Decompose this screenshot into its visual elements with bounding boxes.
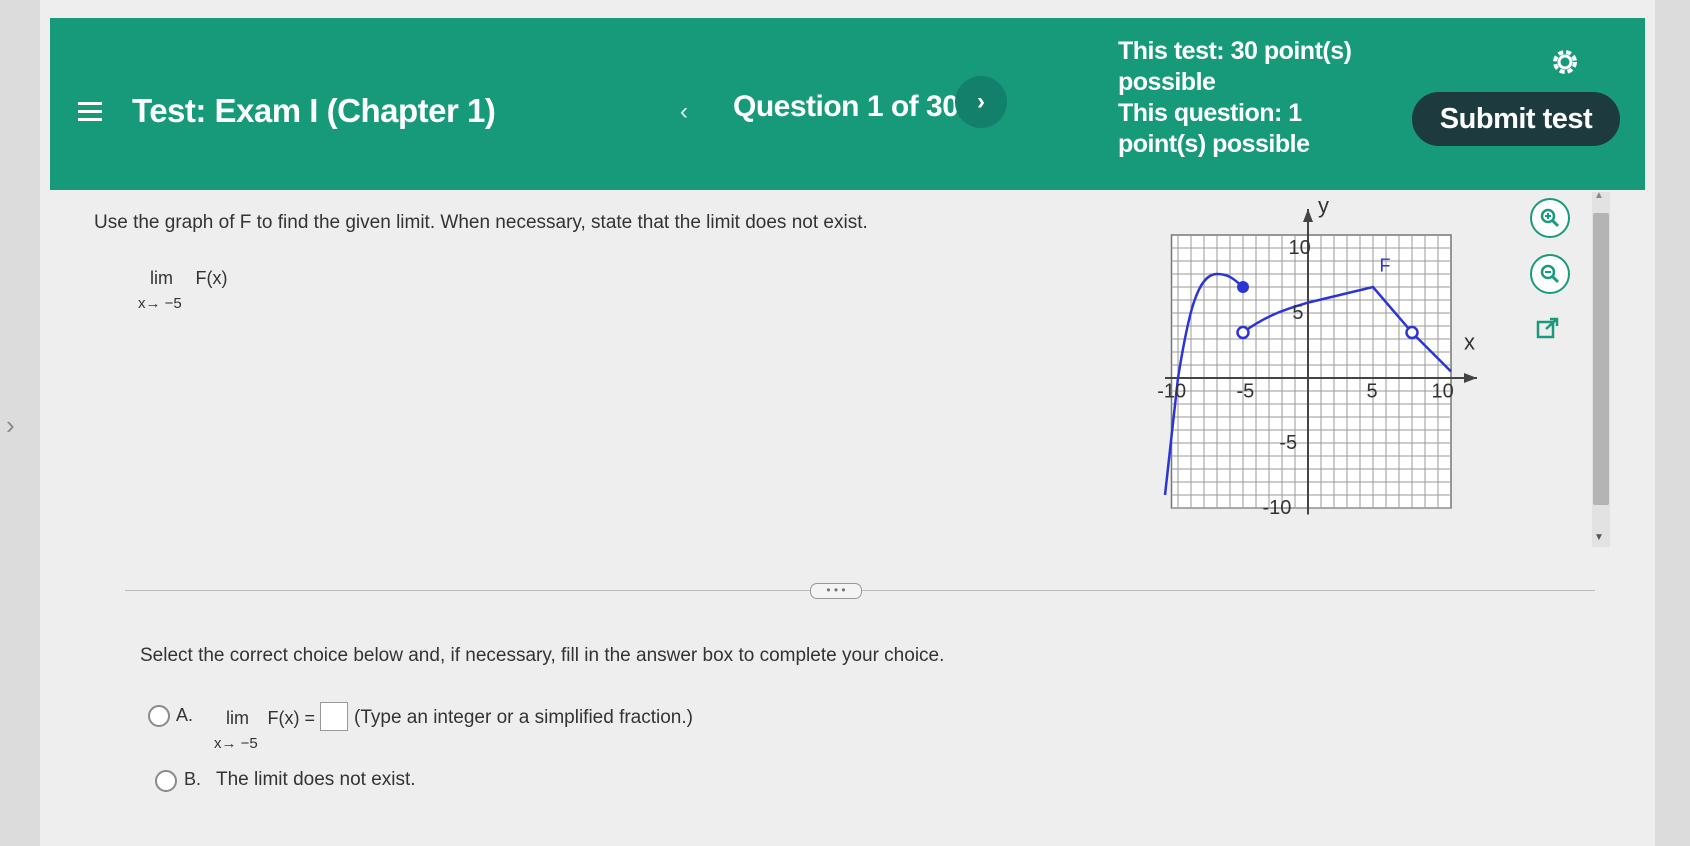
question-points-line: This question: 1: [1118, 99, 1302, 127]
pane-resize-handle[interactable]: • • •: [810, 583, 862, 599]
y-tick-label-neg5: -5: [1279, 432, 1297, 454]
submit-test-button[interactable]: Submit test: [1412, 92, 1620, 146]
menu-icon[interactable]: [78, 102, 102, 122]
answer-instruction: Select the correct choice below and, if …: [140, 645, 945, 666]
open-point-left: [1236, 325, 1250, 340]
scroll-down-icon[interactable]: ▼: [1594, 532, 1604, 543]
x-axis-label: x: [1464, 329, 1475, 354]
choice-a-letter: A.: [176, 705, 194, 725]
next-question-button[interactable]: ›: [955, 76, 1007, 128]
previous-question-button[interactable]: ‹: [680, 98, 688, 126]
side-expand-chevron-icon[interactable]: ›: [6, 410, 15, 441]
function-label: F: [1380, 255, 1391, 275]
choice-b-text: The limit does not exist.: [216, 769, 416, 790]
y-tick-label-10: 10: [1289, 237, 1311, 259]
question-points-line: point(s) possible: [1118, 130, 1310, 158]
x-tick-label-5: 5: [1367, 381, 1378, 403]
x-tick-label-neg10: -10: [1157, 381, 1186, 403]
y-tick-label-neg10: -10: [1263, 497, 1292, 519]
answer-input-box[interactable]: [320, 702, 348, 731]
open-point-right: [1405, 325, 1419, 340]
test-title: Test: Exam I (Chapter 1): [132, 92, 496, 129]
scroll-up-icon[interactable]: ▲: [1594, 190, 1604, 201]
zoom-out-icon[interactable]: [1530, 254, 1570, 294]
choice-a-hint: (Type an integer or a simplified fractio…: [354, 707, 693, 728]
x-tick-label-10: 10: [1432, 381, 1454, 403]
y-tick-label-5: 5: [1292, 302, 1303, 324]
limit-expression: lim F(x) x→ −5: [138, 268, 228, 312]
question-prompt: Use the graph of F to find the given lim…: [94, 212, 868, 233]
x-tick-label-neg5: -5: [1237, 381, 1255, 403]
scrollbar-thumb[interactable]: [1593, 213, 1609, 505]
limit-word: lim: [150, 268, 173, 288]
test-points-line: possible: [1118, 68, 1216, 96]
popout-icon[interactable]: [1530, 310, 1566, 346]
x-axis-arrow: [1464, 373, 1477, 383]
choice-b-radio[interactable]: [155, 770, 177, 792]
choice-a-limit: lim F(x) = x→ −5: [214, 708, 315, 752]
graph-grid: [1170, 234, 1452, 509]
gear-icon[interactable]: [1547, 44, 1583, 80]
choice-a-subscript: x→ −5: [214, 735, 258, 752]
limit-function: F(x): [195, 268, 228, 288]
closed-point: [1237, 281, 1249, 293]
limit-subscript: x→ −5: [138, 295, 182, 312]
choice-a-lim-word: lim: [226, 708, 249, 728]
points-info: This test: 30 point(s) possible This que…: [1118, 36, 1352, 160]
question-counter: Question 1 of 30: [733, 90, 959, 123]
choice-a-radio[interactable]: [148, 705, 170, 727]
choice-a-function: F(x) =: [267, 708, 315, 728]
test-header-bar: Test: Exam I (Chapter 1) ‹ Question 1 of…: [50, 18, 1645, 190]
y-axis-arrow: [1303, 209, 1313, 222]
choice-b-letter: B.: [184, 769, 202, 789]
function-graph: y x F -10 -5 5 10 10 5 -5 -10: [1157, 200, 1477, 519]
grid-frame: [1170, 234, 1452, 509]
test-points-line: This test: 30 point(s): [1118, 37, 1352, 65]
zoom-in-icon[interactable]: [1530, 198, 1570, 238]
y-axis-label: y: [1318, 200, 1329, 218]
